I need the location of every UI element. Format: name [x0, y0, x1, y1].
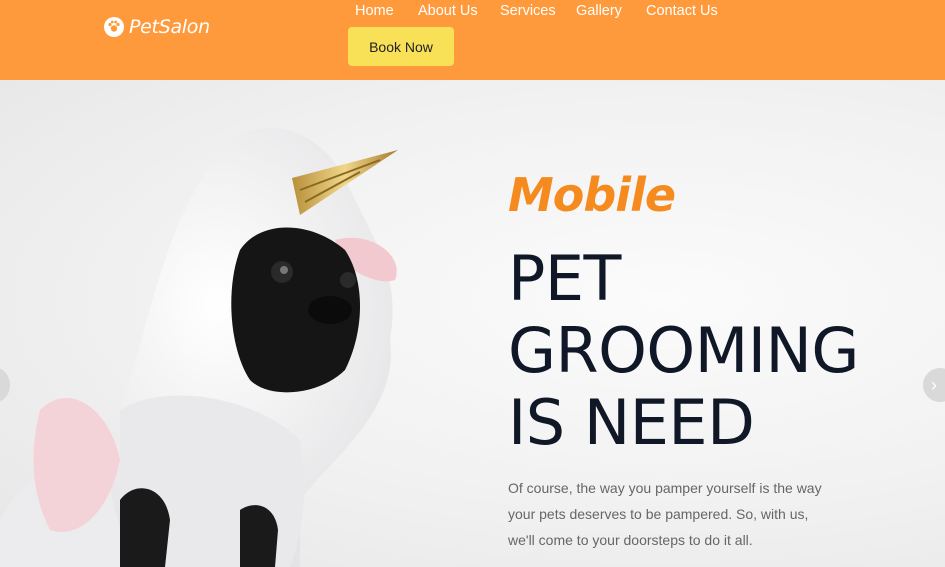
hero-headline: PET GROOMING IS NEED [508, 243, 859, 459]
nav-about-us[interactable]: About Us [418, 3, 478, 19]
nav-home[interactable]: Home [355, 3, 394, 19]
nav-contact-us[interactable]: Contact Us [646, 3, 718, 19]
nav-gallery[interactable]: Gallery [576, 3, 622, 19]
hero-slider: › Mobile PET GROOMING IS NEED Of course,… [0, 80, 945, 567]
headline-line-2: GROOMING [508, 314, 859, 387]
brand-name: PetSalon [129, 16, 210, 38]
book-now-button[interactable]: Book Now [348, 27, 454, 66]
site-header: PetSalon Home About Us Services Gallery … [0, 0, 945, 80]
brand-logo[interactable]: PetSalon [104, 16, 210, 38]
headline-line-1: PET [508, 242, 621, 315]
headline-line-3: IS NEED [508, 386, 755, 459]
hero-eyebrow: Mobile [508, 168, 676, 222]
slider-next-button[interactable]: › [923, 368, 945, 402]
paw-icon [104, 17, 124, 37]
hero-description: Of course, the way you pamper yourself i… [508, 480, 822, 548]
chevron-right-icon: › [931, 374, 937, 395]
nav-services[interactable]: Services [500, 3, 556, 19]
hero-image [0, 128, 398, 567]
